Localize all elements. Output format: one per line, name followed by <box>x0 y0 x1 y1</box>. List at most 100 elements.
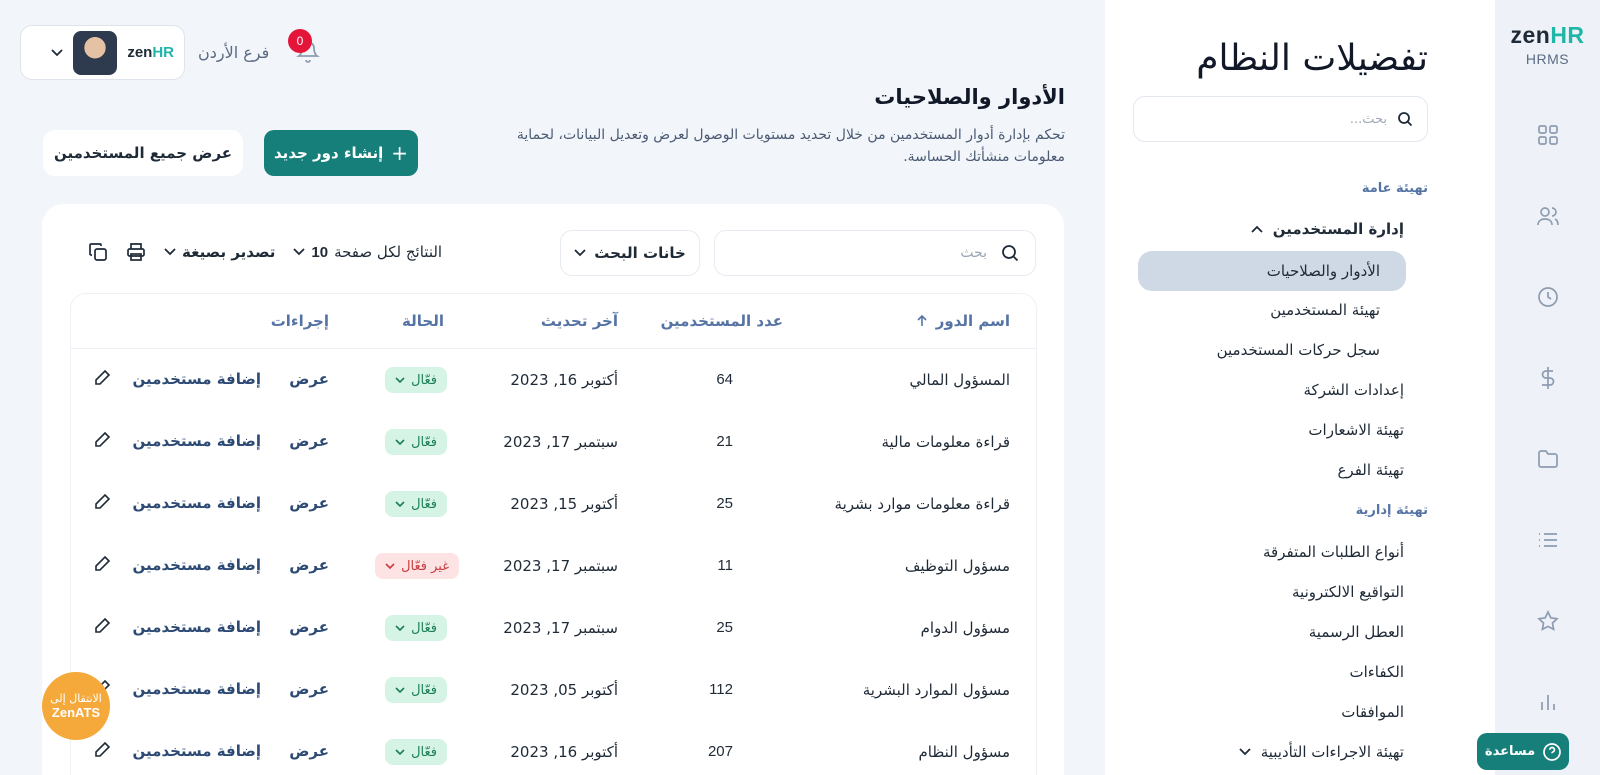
delete-icon[interactable] <box>71 619 73 637</box>
delete-icon[interactable] <box>71 557 73 575</box>
menu-item-roles[interactable]: الأدوار والصلاحيات <box>1138 251 1406 291</box>
copy-icon[interactable] <box>88 242 108 262</box>
chart-icon[interactable] <box>1535 689 1561 715</box>
search-icon <box>1002 245 1019 262</box>
add-users-link[interactable]: إضافة مستخدمين <box>133 742 261 760</box>
folder-icon[interactable] <box>1535 446 1561 472</box>
view-role-link[interactable]: عرض <box>289 494 329 512</box>
status-badge[interactable]: فعّال <box>385 367 447 393</box>
company-logo: zenHR <box>127 44 174 61</box>
menu-item-request-types[interactable]: أنواع الطلبات المتفرقة <box>1263 543 1404 561</box>
menu-user-management[interactable]: إدارة المستخدمين <box>1251 220 1404 238</box>
menu-item-holidays[interactable]: العطل الرسمية <box>1309 623 1404 641</box>
add-users-link[interactable]: إضافة مستخدمين <box>133 432 261 450</box>
company-logo-zen: zen <box>127 44 153 61</box>
column-header-name[interactable]: اسم الدور <box>916 312 1010 330</box>
menu-item-company-settings[interactable]: إعدادات الشركة <box>1304 381 1404 399</box>
list-icon[interactable] <box>1535 527 1561 553</box>
create-role-button[interactable]: + إنشاء دور جديد <box>264 130 418 176</box>
export-dropdown[interactable]: تصدير بصيغة <box>164 243 275 261</box>
status-badge[interactable]: غير فعّال <box>375 553 459 579</box>
delete-icon[interactable] <box>71 743 73 761</box>
add-users-link[interactable]: إضافة مستخدمين <box>133 618 261 636</box>
role-name[interactable]: قراءة معلومات موارد بشرية <box>835 495 1010 513</box>
add-users-link[interactable]: إضافة مستخدمين <box>133 680 261 698</box>
role-name[interactable]: قراءة معلومات مالية <box>881 433 1010 451</box>
edit-icon[interactable] <box>93 555 111 573</box>
role-name[interactable]: مسؤول الموارد البشرية <box>863 681 1010 699</box>
menu-item-disciplinary-label: تهيئة الاجراءات التأديبية <box>1260 743 1404 761</box>
view-role-link[interactable]: عرض <box>289 370 329 388</box>
search-fields-dropdown[interactable]: خانات البحث <box>560 230 700 276</box>
users-icon[interactable] <box>1535 203 1561 229</box>
view-role-link[interactable]: عرض <box>289 742 329 760</box>
table-row: مسؤول الدوام 25 سبتمبر 17, 2023 فعّال عر… <box>71 597 1036 659</box>
table-row: مسؤول الموارد البشرية 112 أكتوبر 05, 202… <box>71 659 1036 721</box>
column-header-updated[interactable]: آخر تحديث <box>541 312 618 330</box>
role-name[interactable]: مسؤول النظام <box>918 743 1010 761</box>
edit-icon[interactable] <box>93 431 111 449</box>
notifications-button[interactable]: 0 <box>288 29 320 68</box>
menu-item-disciplinary[interactable]: تهيئة الاجراءات التأديبية <box>1239 743 1404 761</box>
clock-icon[interactable] <box>1535 284 1561 310</box>
view-role-link[interactable]: عرض <box>289 556 329 574</box>
menu-item-user-log[interactable]: سجل حركات المستخدمين <box>1217 341 1380 359</box>
role-name[interactable]: مسؤول التوظيف <box>905 557 1010 575</box>
edit-icon[interactable] <box>93 741 111 759</box>
add-users-link[interactable]: إضافة مستخدمين <box>133 370 261 388</box>
menu-user-management-label: إدارة المستخدمين <box>1272 220 1404 238</box>
dashboard-icon[interactable] <box>1535 122 1561 148</box>
view-all-users-button[interactable]: عرض جميع المستخدمين <box>43 130 243 176</box>
add-users-link[interactable]: إضافة مستخدمين <box>133 556 261 574</box>
view-role-link[interactable]: عرض <box>289 432 329 450</box>
table-search-placeholder: بحث <box>960 245 987 261</box>
menu-item-user-setup[interactable]: تهيئة المستخدمين <box>1270 301 1380 319</box>
status-badge[interactable]: فعّال <box>385 615 447 641</box>
create-role-label: إنشاء دور جديد <box>274 144 384 162</box>
branch-selector[interactable]: فرع الأردن <box>198 43 269 62</box>
notification-badge: 0 <box>288 29 312 53</box>
menu-item-competencies[interactable]: الكفاءات <box>1349 663 1404 681</box>
star-icon[interactable] <box>1535 608 1561 634</box>
edit-icon[interactable] <box>93 369 111 387</box>
delete-icon[interactable] <box>71 433 73 451</box>
delete-icon[interactable] <box>71 371 73 389</box>
edit-icon[interactable] <box>93 493 111 511</box>
menu-item-branch[interactable]: تهيئة الفرع <box>1337 461 1404 479</box>
dollar-icon[interactable] <box>1535 365 1561 391</box>
status-badge[interactable]: فعّال <box>385 429 447 455</box>
status-label: فعّال <box>411 620 437 636</box>
role-name[interactable]: مسؤول الدوام <box>921 619 1010 637</box>
table-search-input[interactable]: بحث <box>714 230 1036 276</box>
app-logo[interactable]: zenHR HRMS <box>1510 22 1584 67</box>
role-updated-date: سبتمبر 17, 2023 <box>503 433 618 451</box>
status-badge[interactable]: فعّال <box>385 739 447 765</box>
menu-item-approvals[interactable]: الموافقات <box>1341 703 1404 721</box>
group-admin: تهيئة إدارية <box>1355 503 1428 518</box>
chevron-down-icon <box>395 500 405 507</box>
table-row: المسؤول المالي 64 أكتوبر 16, 2023 فعّال … <box>71 349 1036 411</box>
delete-icon[interactable] <box>71 495 73 513</box>
column-header-status[interactable]: الحالة <box>402 312 444 330</box>
status-badge[interactable]: فعّال <box>385 677 447 703</box>
settings-search[interactable]: بحث... <box>1133 96 1428 142</box>
print-icon[interactable] <box>126 242 146 262</box>
roles-table-card: بحث خانات البحث النتائج لكل صفحة 10 تصدي… <box>42 204 1064 775</box>
chevron-down-icon <box>395 748 405 755</box>
edit-icon[interactable] <box>93 617 111 635</box>
help-button[interactable]: مساعدة <box>1477 733 1569 770</box>
menu-item-e-signatures[interactable]: التواقيع الالكترونية <box>1292 583 1404 601</box>
role-name[interactable]: المسؤول المالي <box>909 371 1010 389</box>
page-title: الأدوار والصلاحيات <box>874 85 1065 109</box>
view-role-link[interactable]: عرض <box>289 680 329 698</box>
role-updated-date: أكتوبر 05, 2023 <box>510 681 618 699</box>
user-menu[interactable]: zenHR <box>20 25 185 80</box>
column-header-users[interactable]: عدد المستخدمين <box>661 312 783 330</box>
add-users-link[interactable]: إضافة مستخدمين <box>133 494 261 512</box>
view-role-link[interactable]: عرض <box>289 618 329 636</box>
zenats-button[interactable]: الانتقال إلى ZenATS <box>42 672 110 740</box>
status-badge[interactable]: فعّال <box>385 491 447 517</box>
per-page-select[interactable]: النتائج لكل صفحة 10 <box>293 243 442 261</box>
menu-item-notifications[interactable]: تهيئة الاشعارات <box>1308 421 1404 439</box>
table-row: مسؤول النظام 207 أكتوبر 16, 2023 فعّال ع… <box>71 721 1036 775</box>
